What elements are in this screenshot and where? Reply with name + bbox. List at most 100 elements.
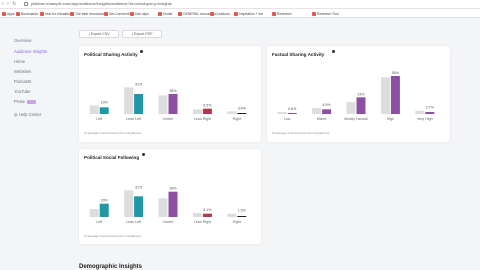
data-label: 38% xyxy=(169,89,177,93)
bookmark-favicon-icon xyxy=(104,12,108,16)
bookmark-label: Bookmarks xyxy=(21,12,38,16)
sidebar-item-websites[interactable]: Websites xyxy=(14,69,31,74)
bookmark-item[interactable]: Bookmarks xyxy=(16,11,38,17)
baseline-bar xyxy=(158,95,168,114)
baseline-bar xyxy=(158,198,168,217)
sidebar-item-label: Overview xyxy=(14,38,32,43)
political-sharing-chart: 10% Left 31% Lean Left 38% Center 8.5% Lean Rig… xyxy=(82,62,254,128)
data-label: 2.7% xyxy=(426,106,435,110)
category-tick-label: Low xyxy=(284,117,291,121)
bookmark-favicon-icon xyxy=(70,12,74,16)
audience-bar[interactable] xyxy=(287,113,297,114)
data-label: 0.6% xyxy=(288,107,297,111)
audience-bar[interactable] xyxy=(237,216,247,217)
data-label: 20% xyxy=(101,199,109,203)
card-footnote: % average of all accounts (for compariso… xyxy=(84,234,142,238)
chart-svg: 20% Left 31% Lean Left 38% Center 5.1% Lean Rig… xyxy=(89,185,247,224)
baseline-bar xyxy=(227,213,237,217)
export-csv-button[interactable]: ⤓ Export CSV xyxy=(79,30,119,38)
info-icon[interactable] xyxy=(140,50,143,53)
nav-buttons-icon[interactable]: ‹ › ↻ xyxy=(2,1,17,7)
sidebar-item-label: YouTube xyxy=(14,89,31,94)
bookmark-item[interactable]: Research xyxy=(272,11,292,17)
sidebar-item-podcasts[interactable]: Podcasts xyxy=(14,79,31,84)
audience-bar[interactable] xyxy=(237,113,247,114)
audience-bar[interactable] xyxy=(134,94,144,114)
info-icon[interactable] xyxy=(332,50,335,53)
sidebar-item-audience-insights[interactable]: Audience Insights xyxy=(14,49,47,54)
sidebar: Overview Audience Insights Home Websites Pod… xyxy=(0,18,72,270)
bookmark-item[interactable]: Hub for education xyxy=(40,11,72,17)
audience-bar[interactable] xyxy=(356,97,366,114)
category-tick-label: Lean Right xyxy=(194,220,211,224)
category-tick-label: Left xyxy=(96,117,102,121)
sidebar-item-label: Audience Insights xyxy=(14,49,48,54)
baseline-bar xyxy=(346,102,356,114)
category-tick-label: Mostly Factual xyxy=(344,117,367,121)
sidebar-item-prose[interactable]: Prose xyxy=(14,99,36,104)
audience-bar[interactable] xyxy=(425,112,435,114)
sidebar-item-home[interactable]: Home xyxy=(14,59,25,64)
factual-sharing-chart: 0.6% Low 8.5% Mixed 13% Mostly Factual 56% High… xyxy=(270,62,442,128)
bookmark-label: Research Tool xyxy=(317,12,339,16)
data-label: 10% xyxy=(101,100,109,104)
baseline-bar xyxy=(227,111,237,114)
section-heading: Demographic Insights xyxy=(79,264,143,270)
political-following-chart: 20% Left 31% Lean Left 38% Center 5.1% Lean Rig… xyxy=(82,165,254,231)
category-tick-label: Center xyxy=(163,117,175,121)
sidebar-item-label: Websites xyxy=(14,69,32,74)
data-label: 13% xyxy=(357,92,365,96)
bookmark-item[interactable]: Use clips xyxy=(130,11,149,17)
card-footnote: % average of all accounts (for compariso… xyxy=(272,131,330,135)
sidebar-item-label: Podcasts xyxy=(14,79,32,84)
url-text[interactable]: platform.example.com/app/audience/insigh… xyxy=(31,1,172,6)
sidebar-item-help-center[interactable]: ◍ Help Center xyxy=(14,112,41,117)
audience-bar[interactable] xyxy=(99,107,109,114)
bookmark-favicon-icon xyxy=(178,12,182,16)
card-footnote: % average of all accounts (for compariso… xyxy=(84,131,142,135)
audience-bar[interactable] xyxy=(202,213,212,217)
audience-bar[interactable] xyxy=(134,196,144,217)
export-pdf-label: Export PDF xyxy=(134,32,153,36)
bookmark-label: Hub for education xyxy=(45,12,72,16)
bookmark-item[interactable]: Inspiration + fun xyxy=(234,11,263,17)
audience-bar[interactable] xyxy=(99,203,109,217)
category-tick-label: Mixed xyxy=(317,117,327,121)
bookmark-favicon-icon xyxy=(312,12,316,16)
bookmark-label: Apps xyxy=(7,12,15,16)
bookmark-label: The best resources xyxy=(75,12,105,16)
bookmark-favicon-icon xyxy=(272,12,276,16)
category-tick-label: Lean Right xyxy=(194,117,211,121)
sidebar-item-label: Home xyxy=(14,59,26,64)
baseline-bar xyxy=(192,213,202,217)
card-title: Factual Sharing Activity xyxy=(272,52,325,57)
data-label: 56% xyxy=(392,71,400,75)
bookmark-item[interactable]: Kindle xyxy=(158,11,172,17)
audience-bar[interactable] xyxy=(168,94,178,114)
bookmarks-bar: Apps Bookmarks Hub for education The best r… xyxy=(0,9,480,18)
audience-bar[interactable] xyxy=(202,108,212,114)
bookmark-item[interactable]: The best resources xyxy=(70,11,104,17)
sidebar-item-youtube[interactable]: YouTube xyxy=(14,89,30,94)
info-icon[interactable] xyxy=(142,153,145,156)
category-tick-label: Left xyxy=(96,220,102,224)
baseline-bar xyxy=(277,112,287,114)
bookmark-item[interactable]: Curations xyxy=(210,11,230,17)
data-label: 5.1% xyxy=(203,208,212,212)
bookmark-favicon-icon xyxy=(130,12,134,16)
audience-bar[interactable] xyxy=(168,191,178,217)
baseline-bar xyxy=(89,209,99,217)
download-icon: ⤓ xyxy=(131,32,133,36)
audience-bar[interactable] xyxy=(322,109,332,114)
bookmark-item[interactable]: Apps xyxy=(2,11,15,17)
data-label: 31% xyxy=(135,82,143,86)
sidebar-item-overview[interactable]: Overview xyxy=(14,38,31,43)
bookmark-label: Kindle xyxy=(163,12,173,16)
export-pdf-button[interactable]: ⤓ Export PDF xyxy=(122,30,162,38)
audience-bar[interactable] xyxy=(390,76,400,114)
category-tick-label: Lean Left xyxy=(126,220,141,224)
bookmark-item[interactable]: Research Tool xyxy=(312,11,339,17)
data-label: 1.5% xyxy=(238,209,247,213)
data-label: 8.5% xyxy=(203,104,212,108)
category-tick-label: Lean Left xyxy=(126,117,141,121)
